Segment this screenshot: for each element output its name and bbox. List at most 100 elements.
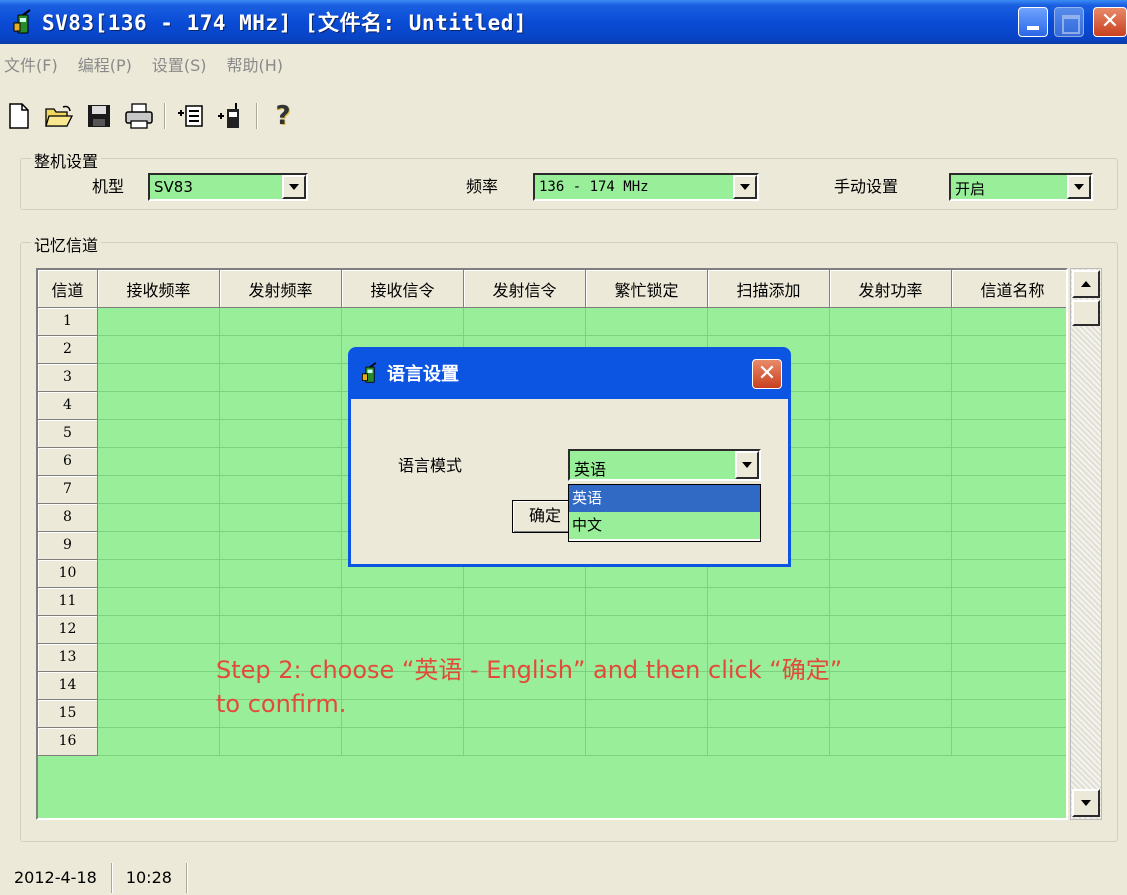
chevron-down-icon[interactable] xyxy=(735,451,759,479)
row-number[interactable]: 5 xyxy=(38,420,98,448)
row-number[interactable]: 8 xyxy=(38,504,98,532)
table-cell[interactable] xyxy=(952,588,1066,616)
row-number[interactable]: 12 xyxy=(38,616,98,644)
column-header[interactable]: 接收频率 xyxy=(98,270,220,308)
table-cell[interactable] xyxy=(98,672,220,700)
table-cell[interactable] xyxy=(708,588,830,616)
table-cell[interactable] xyxy=(220,728,342,756)
table-cell[interactable] xyxy=(830,532,952,560)
column-header[interactable]: 信道名称 xyxy=(952,270,1066,308)
write-to-radio-icon[interactable] xyxy=(216,101,246,131)
table-cell[interactable] xyxy=(830,364,952,392)
table-cell[interactable] xyxy=(586,728,708,756)
title-bar[interactable]: SV83[136 - 174 MHz] [文件名: Untitled] ✕ xyxy=(0,0,1127,44)
table-cell[interactable] xyxy=(98,616,220,644)
row-number[interactable]: 10 xyxy=(38,560,98,588)
read-from-radio-icon[interactable] xyxy=(176,101,206,131)
table-cell[interactable] xyxy=(220,448,342,476)
table-cell[interactable] xyxy=(952,532,1066,560)
table-cell[interactable] xyxy=(952,700,1066,728)
row-number[interactable]: 14 xyxy=(38,672,98,700)
help-icon[interactable]: ? xyxy=(268,101,298,131)
table-cell[interactable] xyxy=(830,504,952,532)
table-cell[interactable] xyxy=(220,392,342,420)
table-cell[interactable] xyxy=(98,364,220,392)
row-number[interactable]: 3 xyxy=(38,364,98,392)
table-cell[interactable] xyxy=(830,588,952,616)
table-cell[interactable] xyxy=(220,504,342,532)
menu-help[interactable]: 帮助(H) xyxy=(227,52,284,78)
table-cell[interactable] xyxy=(220,560,342,588)
table-cell[interactable] xyxy=(464,588,586,616)
dialog-title-bar[interactable]: 语言设置 ✕ xyxy=(351,347,788,399)
print-icon[interactable] xyxy=(124,101,154,131)
table-cell[interactable] xyxy=(952,672,1066,700)
chevron-down-icon[interactable] xyxy=(733,175,757,199)
table-cell[interactable] xyxy=(952,336,1066,364)
table-cell[interactable] xyxy=(220,532,342,560)
table-cell[interactable] xyxy=(98,588,220,616)
table-cell[interactable] xyxy=(220,420,342,448)
table-cell[interactable] xyxy=(98,448,220,476)
table-cell[interactable] xyxy=(220,364,342,392)
table-cell[interactable] xyxy=(952,560,1066,588)
table-cell[interactable] xyxy=(342,700,464,728)
table-cell[interactable] xyxy=(586,588,708,616)
table-cell[interactable] xyxy=(220,336,342,364)
table-cell[interactable] xyxy=(342,728,464,756)
table-cell[interactable] xyxy=(830,616,952,644)
table-cell[interactable] xyxy=(830,448,952,476)
table-cell[interactable] xyxy=(952,616,1066,644)
table-cell[interactable] xyxy=(708,308,830,336)
close-button[interactable]: ✕ xyxy=(1093,7,1127,37)
scrollbar-thumb[interactable] xyxy=(1072,300,1100,326)
table-cell[interactable] xyxy=(952,644,1066,672)
table-cell[interactable] xyxy=(586,308,708,336)
column-header[interactable]: 发射信令 xyxy=(464,270,586,308)
table-row[interactable]: 15 xyxy=(38,700,1066,728)
table-cell[interactable] xyxy=(98,700,220,728)
table-cell[interactable] xyxy=(220,588,342,616)
table-cell[interactable] xyxy=(952,308,1066,336)
table-cell[interactable] xyxy=(830,560,952,588)
row-number[interactable]: 2 xyxy=(38,336,98,364)
row-number[interactable]: 1 xyxy=(38,308,98,336)
chevron-down-icon[interactable] xyxy=(282,175,306,199)
table-cell[interactable] xyxy=(98,420,220,448)
row-number[interactable]: 16 xyxy=(38,728,98,756)
menu-program[interactable]: 编程(P) xyxy=(78,52,132,78)
table-cell[interactable] xyxy=(220,616,342,644)
table-cell[interactable] xyxy=(98,336,220,364)
table-cell[interactable] xyxy=(708,700,830,728)
manual-setting-select[interactable]: 开启 xyxy=(949,173,1093,201)
row-number[interactable]: 7 xyxy=(38,476,98,504)
table-row[interactable]: 1 xyxy=(38,308,1066,336)
grid-scrollbar[interactable] xyxy=(1070,268,1102,820)
table-cell[interactable] xyxy=(952,504,1066,532)
table-cell[interactable] xyxy=(98,728,220,756)
frequency-select[interactable]: 136 - 174 MHz xyxy=(533,173,759,201)
table-cell[interactable] xyxy=(952,476,1066,504)
dialog-close-button[interactable]: ✕ xyxy=(752,359,782,389)
model-select[interactable]: SV83 xyxy=(148,173,308,201)
table-cell[interactable] xyxy=(342,616,464,644)
scroll-down-button[interactable] xyxy=(1072,789,1100,817)
table-cell[interactable] xyxy=(464,616,586,644)
table-cell[interactable] xyxy=(464,700,586,728)
table-cell[interactable] xyxy=(952,392,1066,420)
row-number[interactable]: 15 xyxy=(38,700,98,728)
table-cell[interactable] xyxy=(98,532,220,560)
minimize-button[interactable] xyxy=(1018,7,1048,37)
table-cell[interactable] xyxy=(708,616,830,644)
column-header[interactable]: 繁忙锁定 xyxy=(586,270,708,308)
table-cell[interactable] xyxy=(830,420,952,448)
table-cell[interactable] xyxy=(98,308,220,336)
table-cell[interactable] xyxy=(830,308,952,336)
table-cell[interactable] xyxy=(708,728,830,756)
table-cell[interactable] xyxy=(952,364,1066,392)
table-cell[interactable] xyxy=(586,616,708,644)
column-header[interactable]: 接收信令 xyxy=(342,270,464,308)
menu-file[interactable]: 文件(F) xyxy=(4,52,58,78)
table-row[interactable]: 11 xyxy=(38,588,1066,616)
language-option-chinese[interactable]: 中文 xyxy=(569,512,760,539)
